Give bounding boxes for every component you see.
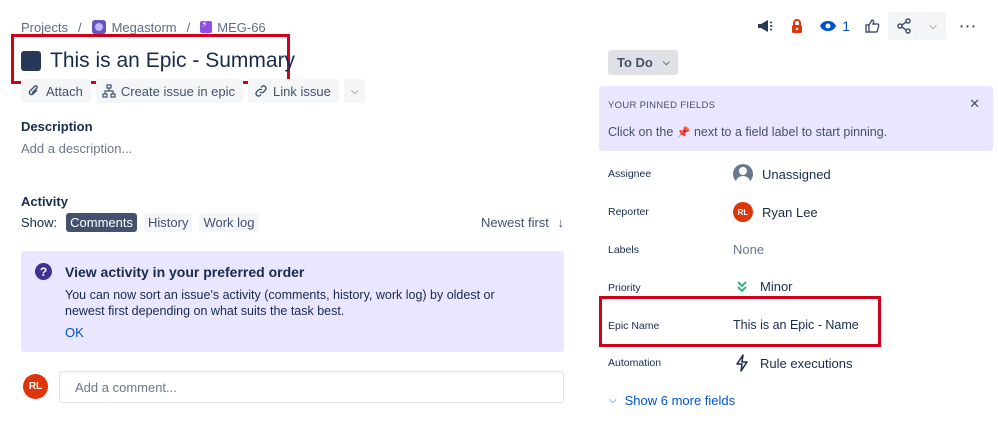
automation-value: Rule executions [760,355,853,371]
breadcrumb-projects[interactable]: Projects [21,20,68,35]
lock-icon [792,19,803,33]
field-label-epic-name: Epic Name [608,320,660,332]
create-issue-in-epic-label: Create issue in epic [120,83,236,99]
show-more-label: Show 6 more fields [624,393,736,408]
activity-filter: Show: Comments History Work log [21,213,259,232]
description-heading: Description [21,119,93,134]
watch-count: 1 [842,18,850,34]
link-icon [255,85,267,97]
issue-action-bar: Attach Create issue in epic Link issue ⌵ [21,79,366,103]
tab-work-log[interactable]: Work log [199,213,259,232]
pinned-hint-end: next to a field label to start pinning. [693,125,888,139]
status-label: To Do [617,55,653,70]
field-value-automation[interactable]: Rule executions [733,354,853,372]
sort-order-label: Newest first [481,215,549,230]
hierarchy-icon [102,84,116,98]
breadcrumb-project[interactable]: Megastorm [112,20,177,35]
epic-type-icon [200,19,213,33]
field-label-reporter: Reporter [608,206,649,218]
megaphone-icon [758,20,773,32]
more-icon: ⋯ [958,15,978,36]
share-dropdown-button[interactable]: ⌵ [920,12,946,40]
field-value-assignee[interactable]: Unassigned [733,164,831,184]
pinned-fields-heading: YOUR PINNED FIELDS [608,100,716,111]
field-value-priority[interactable]: Minor [733,279,793,294]
sort-order-button[interactable]: Newest first ↓ [481,215,564,230]
pinned-fields-panel: YOUR PINNED FIELDS ✕ Click on the 📌 next… [599,86,993,151]
more-actions-button[interactable]: ⋯ [952,12,984,40]
info-ok-link[interactable]: OK [65,325,84,340]
question-icon: ? [35,263,52,280]
breadcrumb-separator: / [186,19,191,35]
chevron-down-icon: ⌵ [929,20,937,32]
field-value-epic-name[interactable]: This is an Epic - Name [733,318,859,332]
comment-input[interactable]: Add a comment... [59,371,564,403]
link-issue-label: Link issue [273,83,331,99]
info-body: You can now sort an issue's activity (co… [65,288,495,318]
tab-history[interactable]: History [144,213,193,232]
assignee-value: Unassigned [762,166,831,182]
field-label-priority: Priority [608,282,641,294]
pin-icon: 📌 [676,127,691,139]
field-label-labels: Labels [608,244,639,256]
chevron-down-icon: ⌵ [609,395,617,406]
chevron-down-icon: ⌵ [350,85,359,97]
arrow-down-icon: ↓ [557,215,565,230]
issue-summary[interactable]: This is an Epic - Summary [50,49,295,73]
info-title: View activity in your preferred order [65,264,305,280]
issue-title-row: This is an Epic - Summary [21,44,295,78]
restrictions-button[interactable] [781,12,813,40]
link-issue-button[interactable]: Link issue [248,79,339,103]
project-icon [91,20,106,34]
show-more-fields-button[interactable]: ⌵ Show 6 more fields [609,393,735,408]
attach-button[interactable]: Attach [21,79,91,103]
feedback-button[interactable] [749,12,781,40]
issue-type-icon [21,51,41,71]
breadcrumb-issue-key[interactable]: MEG-66 [217,20,265,35]
paperclip-icon [28,85,38,96]
lightning-icon [736,354,748,372]
chevron-down-icon: ⌵ [662,57,670,67]
avatar: RL [733,202,753,222]
field-value-labels[interactable]: None [733,242,764,257]
create-issue-in-epic-button[interactable]: Create issue in epic [95,79,244,103]
issue-header-actions: 1 ⌵ ⋯ [749,12,984,40]
field-label-assignee: Assignee [608,168,652,180]
avatar: RL [23,374,48,399]
watch-button[interactable]: 1 [813,12,856,40]
more-actions-dropdown[interactable]: ⌵ [343,79,366,103]
field-label-automation: Automation [608,357,662,369]
eye-icon [820,21,837,31]
share-button[interactable] [888,12,920,40]
unassigned-avatar-icon [733,164,753,184]
activity-heading: Activity [21,194,68,209]
reporter-value: Ryan Lee [762,204,818,220]
activity-order-info: ? View activity in your preferred order … [21,251,564,352]
pinned-hint-start: Click on the [608,125,674,139]
priority-value: Minor [760,279,793,294]
show-label: Show: [21,215,58,230]
pinned-fields-hint: Click on the 📌 next to a field label to … [608,125,887,139]
priority-minor-icon [737,280,747,292]
close-icon[interactable]: ✕ [969,96,980,112]
status-dropdown[interactable]: To Do ⌵ [608,50,678,75]
description-editor[interactable]: Add a description... [21,141,132,156]
attach-label: Attach [46,83,83,99]
vote-button[interactable] [856,12,888,40]
share-icon [897,18,911,34]
thumbs-up-icon [865,19,880,33]
breadcrumb-separator: / [77,19,82,35]
field-value-reporter[interactable]: RL Ryan Lee [733,202,818,222]
tab-comments[interactable]: Comments [66,213,137,232]
